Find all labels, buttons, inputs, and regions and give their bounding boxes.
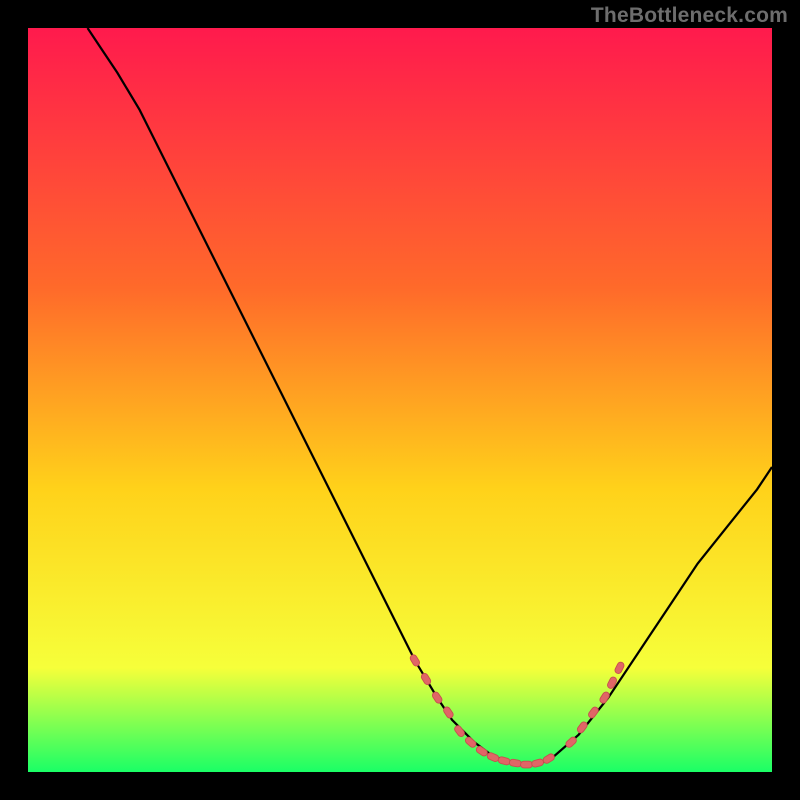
curve-marker <box>521 761 533 768</box>
watermark-text: TheBottleneck.com <box>591 4 788 28</box>
plot-area <box>28 28 772 772</box>
chart-svg <box>28 28 772 772</box>
gradient-background <box>28 28 772 772</box>
chart-frame: TheBottleneck.com <box>0 0 800 800</box>
